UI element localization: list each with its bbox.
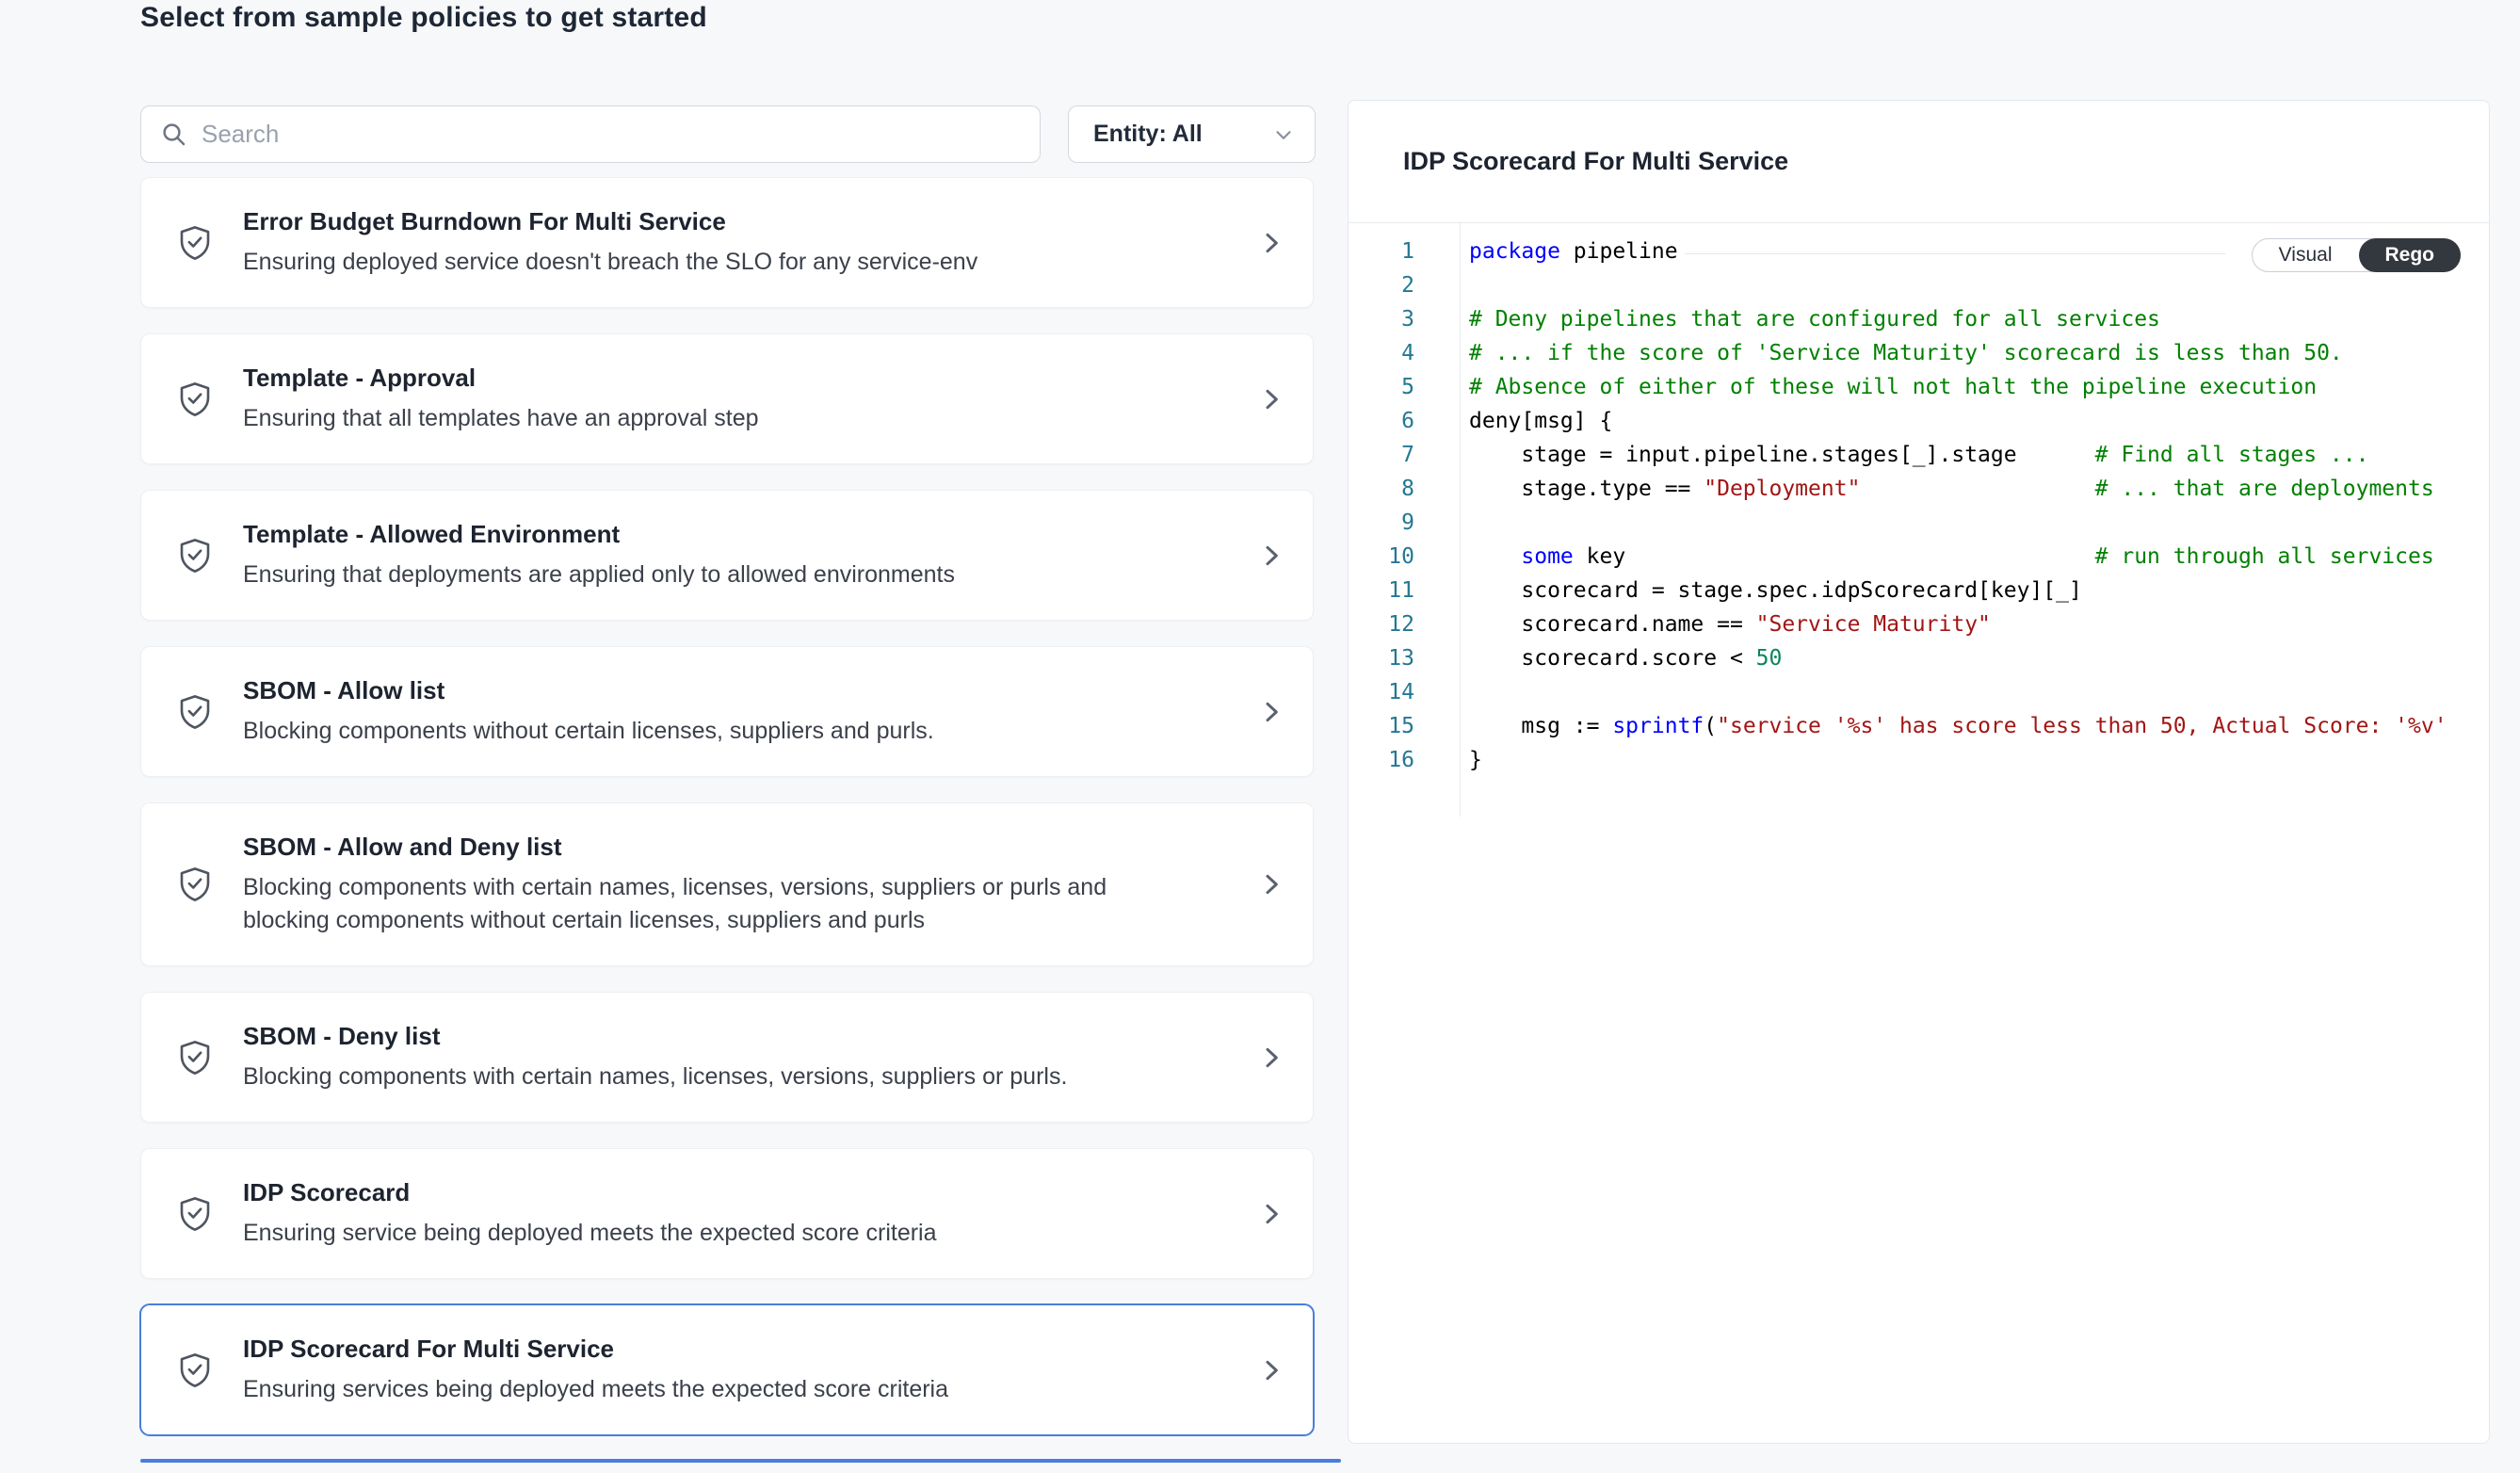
policy-title: SBOM - Allow list	[243, 675, 1256, 706]
line-number: 4	[1349, 336, 1460, 370]
chevron-right-icon	[1256, 869, 1286, 899]
chevron-right-icon	[1256, 541, 1286, 571]
line-number: 5	[1349, 370, 1460, 404]
search-input[interactable]	[202, 120, 1021, 149]
view-mode-visual-button[interactable]: Visual	[2253, 238, 2359, 272]
scroll-position-indicator	[140, 1459, 1341, 1463]
code-content[interactable]: package pipeline # Deny pipelines that a…	[1469, 223, 2489, 817]
shield-check-icon	[175, 1036, 215, 1079]
code-line: scorecard.score < 50	[1469, 641, 2489, 675]
policy-card[interactable]: SBOM - Deny list Blocking components with…	[140, 992, 1314, 1123]
shield-check-icon	[175, 221, 215, 265]
chevron-right-icon	[1256, 228, 1286, 258]
code-line: scorecard = stage.spec.idpScorecard[key]…	[1469, 574, 2489, 607]
code-editor[interactable]: 12345678910111213141516 package pipeline…	[1349, 223, 2489, 817]
line-number: 11	[1349, 574, 1460, 607]
policy-title: Template - Approval	[243, 363, 1256, 394]
policy-title: Template - Allowed Environment	[243, 519, 1256, 550]
shield-check-icon	[175, 1192, 215, 1236]
shield-check-icon	[175, 534, 215, 577]
policy-card-text: Template - Allowed Environment Ensuring t…	[243, 519, 1256, 591]
code-line	[1469, 268, 2489, 302]
policy-title: IDP Scorecard For Multi Service	[243, 1334, 1256, 1365]
policy-title: SBOM - Deny list	[243, 1021, 1256, 1052]
policy-description: Ensuring that all templates have an appr…	[243, 402, 1109, 435]
policy-card[interactable]: Template - Allowed Environment Ensuring t…	[140, 490, 1314, 621]
policy-card-text: IDP Scorecard Ensuring service being depl…	[243, 1177, 1256, 1250]
code-line: # Absence of either of these will not ha…	[1469, 370, 2489, 404]
policy-card-text: SBOM - Deny list Blocking components with…	[243, 1021, 1256, 1093]
line-number: 14	[1349, 675, 1460, 709]
chevron-right-icon	[1256, 697, 1286, 727]
line-number: 1	[1349, 235, 1460, 268]
policy-card[interactable]: Template - Approval Ensuring that all tem…	[140, 333, 1314, 464]
policy-toolbar: Entity: All	[140, 105, 1316, 163]
code-line: scorecard.name == "Service Maturity"	[1469, 607, 2489, 641]
policy-description: Blocking components without certain lice…	[243, 715, 1109, 748]
code-line: some key # run through all services	[1469, 540, 2489, 574]
preview-title: IDP Scorecard For Multi Service	[1403, 147, 1788, 176]
policy-card-text: SBOM - Allow list Blocking components wit…	[243, 675, 1256, 748]
code-line	[1469, 506, 2489, 540]
entity-filter-dropdown[interactable]: Entity: All	[1068, 105, 1316, 163]
policy-list: Error Budget Burndown For Multi Service E…	[140, 177, 1314, 1435]
shield-check-icon	[175, 863, 215, 906]
policy-title: SBOM - Allow and Deny list	[243, 832, 1256, 863]
code-line: # ... if the score of 'Service Maturity'…	[1469, 336, 2489, 370]
policy-description: Ensuring deployed service doesn't breach…	[243, 246, 1109, 279]
view-mode-rego-button[interactable]: Rego	[2359, 238, 2462, 272]
entity-filter-label: Entity: All	[1093, 121, 1203, 148]
chevron-right-icon	[1256, 384, 1286, 414]
line-number: 7	[1349, 438, 1460, 472]
preview-header: IDP Scorecard For Multi Service	[1349, 101, 2489, 223]
chevron-down-icon	[1271, 122, 1296, 147]
view-mode-toggle[interactable]: VisualRego	[2252, 238, 2461, 272]
policy-card[interactable]: IDP Scorecard For Multi Service Ensuring …	[140, 1304, 1314, 1435]
policy-title: IDP Scorecard	[243, 1177, 1256, 1208]
policy-preview-panel: IDP Scorecard For Multi Service VisualRe…	[1348, 100, 2490, 1444]
shield-check-icon	[175, 1349, 215, 1392]
line-number: 9	[1349, 506, 1460, 540]
line-number: 12	[1349, 607, 1460, 641]
line-number: 10	[1349, 540, 1460, 574]
code-line: msg := sprintf("service '%s' has score l…	[1469, 709, 2489, 743]
line-number: 3	[1349, 302, 1460, 336]
line-number: 2	[1349, 268, 1460, 302]
policy-description: Ensuring services being deployed meets t…	[243, 1373, 1109, 1406]
policy-description: Ensuring service being deployed meets th…	[243, 1217, 1109, 1250]
policy-card-text: IDP Scorecard For Multi Service Ensuring …	[243, 1334, 1256, 1406]
policy-title: Error Budget Burndown For Multi Service	[243, 206, 1256, 237]
line-number: 8	[1349, 472, 1460, 506]
search-box[interactable]	[140, 105, 1041, 163]
code-line: stage.type == "Deployment" # ... that ar…	[1469, 472, 2489, 506]
policy-card-text: Error Budget Burndown For Multi Service E…	[243, 206, 1256, 279]
chevron-right-icon	[1256, 1355, 1286, 1385]
policy-card[interactable]: SBOM - Allow and Deny list Blocking compo…	[140, 802, 1314, 966]
policy-card[interactable]: SBOM - Allow list Blocking components wit…	[140, 646, 1314, 777]
policy-description: Blocking components with certain names, …	[243, 1060, 1109, 1093]
shield-check-icon	[175, 690, 215, 734]
line-number-gutter: 12345678910111213141516	[1349, 223, 1461, 817]
policy-card[interactable]: Error Budget Burndown For Multi Service E…	[140, 177, 1314, 308]
policy-description: Ensuring that deployments are applied on…	[243, 558, 1109, 591]
policy-card-text: SBOM - Allow and Deny list Blocking compo…	[243, 832, 1256, 937]
page-title: Select from sample policies to get start…	[140, 2, 707, 34]
line-number: 6	[1349, 404, 1460, 438]
policy-description: Blocking components with certain names, …	[243, 871, 1109, 937]
code-line: }	[1469, 743, 2489, 777]
code-line	[1469, 675, 2489, 709]
chevron-right-icon	[1256, 1199, 1286, 1229]
shield-check-icon	[175, 378, 215, 421]
code-line: deny[msg] {	[1469, 404, 2489, 438]
line-number: 15	[1349, 709, 1460, 743]
policy-card[interactable]: IDP Scorecard Ensuring service being depl…	[140, 1148, 1314, 1279]
line-number: 13	[1349, 641, 1460, 675]
code-line: stage = input.pipeline.stages[_].stage #…	[1469, 438, 2489, 472]
line-number: 16	[1349, 743, 1460, 777]
chevron-right-icon	[1256, 1043, 1286, 1073]
code-line: # Deny pipelines that are configured for…	[1469, 302, 2489, 336]
policy-card-text: Template - Approval Ensuring that all tem…	[243, 363, 1256, 435]
search-icon	[160, 121, 188, 149]
